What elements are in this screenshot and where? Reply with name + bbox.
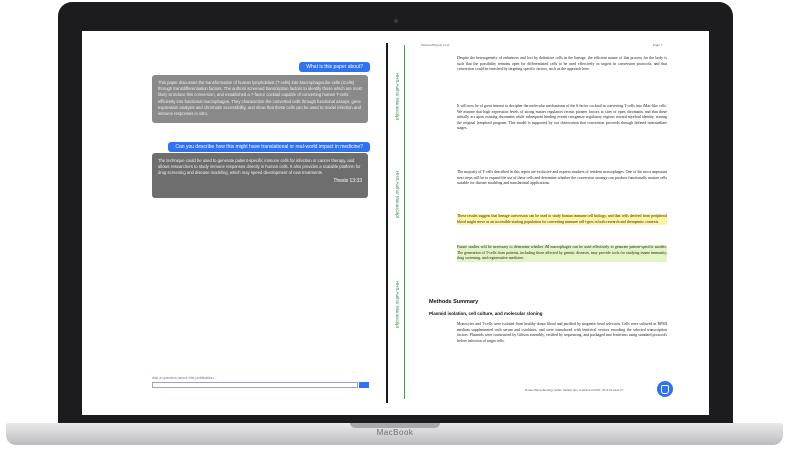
user-message: What is this paper about? (299, 62, 370, 72)
chat-bubble-button[interactable] (657, 381, 673, 397)
message-timestamp: Thesis 13:33 (333, 177, 362, 184)
highlighted-paragraph[interactable]: Future studies will be necessary to dete… (457, 245, 667, 262)
pane-divider[interactable] (386, 43, 388, 403)
user-message-text: What is this paper about? (306, 64, 363, 70)
manuscript-label: HHS Author Manuscript (395, 281, 400, 329)
paper-paragraph: It will now be of great interest to deci… (457, 104, 667, 130)
chat-panel: What is this paper about? This paper dis… (82, 31, 386, 415)
chat-input-label: Ask a question about this publication... (152, 376, 217, 380)
assistant-message-text: The technique could be used to generate … (158, 158, 361, 176)
highlighted-paragraph[interactable]: These results suggest that lineage conve… (457, 214, 667, 225)
manuscript-margin-line (404, 45, 405, 399)
manuscript-label: HHS Author Manuscript (395, 73, 400, 121)
paper-paragraph: Monocytes and T-cells were isolated from… (457, 322, 667, 343)
page-number: Page 7 (653, 43, 663, 47)
camera-icon (394, 19, 398, 23)
paper-paragraph: The majority of T-cells described in thi… (457, 170, 667, 185)
page-footer: Nature Biotechnology author manuscript; … (525, 388, 625, 392)
chat-bubble-icon (661, 384, 669, 394)
send-button[interactable] (359, 382, 369, 388)
user-message-text: Can you describe how this might have tra… (175, 144, 363, 150)
chat-input[interactable] (152, 382, 358, 388)
device-brand: MacBook (376, 428, 414, 437)
running-head: Nature Biotech et al. (421, 43, 450, 47)
manuscript-label: HHS Author Manuscript (395, 171, 400, 219)
screen: What is this paper about? This paper dis… (82, 31, 709, 415)
assistant-message-text: This paper discusses the transformation … (158, 80, 362, 117)
section-heading: Methods Summary (429, 299, 479, 305)
user-message: Can you describe how this might have tra… (168, 142, 370, 152)
assistant-message: The technique could be used to generate … (152, 153, 368, 198)
paper-page: Nature Biotech et al. Page 7 Despite the… (417, 31, 709, 415)
assistant-message: This paper discusses the transformation … (152, 75, 368, 123)
paper-paragraph: Despite the heterogeneity of enhancers a… (457, 56, 667, 71)
subsection-heading: Plasmid isolation, cell culture, and mol… (429, 311, 543, 316)
